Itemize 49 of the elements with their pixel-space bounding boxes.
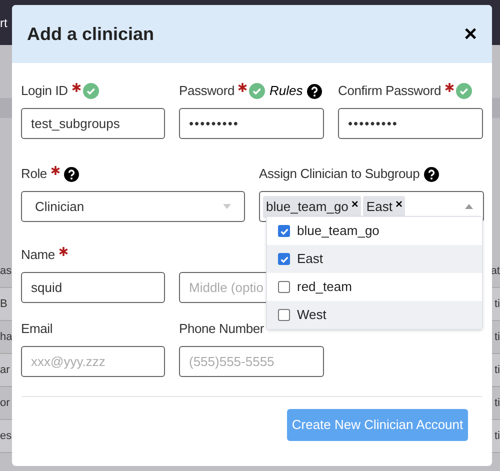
caret-icon bbox=[223, 204, 231, 209]
help-icon[interactable] bbox=[424, 166, 439, 182]
table-cell-text: ti bbox=[494, 296, 500, 312]
subgroup-option[interactable]: red_team bbox=[267, 273, 482, 301]
dialog-title: Add a clinician bbox=[27, 22, 154, 46]
chip-remove-button[interactable]: × bbox=[395, 198, 402, 210]
text-field[interactable]: (555)555-5555 bbox=[179, 346, 324, 377]
chip-label: East bbox=[366, 198, 392, 216]
table-cell-text: ti bbox=[494, 330, 500, 345]
field-label: Login ID bbox=[21, 82, 68, 100]
role-select[interactable]: Clinician bbox=[21, 191, 245, 222]
chip-remove-button[interactable]: × bbox=[351, 198, 358, 210]
table-cell-text: es bbox=[0, 428, 12, 444]
checkbox[interactable] bbox=[278, 225, 290, 237]
field-label: Phone Number bbox=[179, 320, 264, 338]
checkbox[interactable] bbox=[278, 281, 290, 293]
chip-label: blue_team_go bbox=[266, 198, 348, 216]
nav-text[interactable]: rt bbox=[0, 14, 8, 32]
text-field[interactable]: ••••••••• bbox=[338, 108, 483, 139]
field-label: Email bbox=[21, 320, 53, 338]
help-icon[interactable] bbox=[64, 166, 79, 182]
field-label: Confirm Password bbox=[338, 82, 441, 100]
caret-icon bbox=[465, 204, 473, 209]
close-button[interactable]: × bbox=[464, 23, 477, 45]
field-label: Name bbox=[21, 246, 55, 264]
text-field[interactable]: xxx@yyy.zzz bbox=[21, 346, 165, 377]
checkbox[interactable] bbox=[278, 253, 290, 265]
text-field[interactable]: test_subgroups bbox=[21, 108, 165, 139]
field-label: Assign Clinician to Subgroup bbox=[259, 165, 420, 184]
subgroup-option[interactable]: West bbox=[267, 301, 482, 329]
table-cell-text: ti bbox=[494, 362, 500, 378]
table-cell-text: ti bbox=[494, 428, 500, 444]
text-field[interactable]: ••••••••• bbox=[179, 108, 324, 139]
field-label: Role bbox=[21, 165, 47, 184]
subgroup-option[interactable]: East bbox=[267, 245, 482, 273]
table-cell-text: as bbox=[0, 264, 12, 279]
help-icon[interactable] bbox=[306, 84, 322, 98]
table-cell-text: or bbox=[0, 396, 10, 411]
checkbox[interactable] bbox=[278, 309, 290, 321]
rules-link[interactable]: Rules bbox=[269, 81, 303, 101]
subgroup-option[interactable]: blue_team_go bbox=[267, 217, 482, 245]
table-cell-text: ti bbox=[494, 396, 500, 411]
table-cell-text: ar bbox=[0, 362, 10, 378]
field-label: Password bbox=[179, 82, 234, 100]
table-cell-text: B bbox=[0, 296, 8, 312]
text-field[interactable]: squid bbox=[21, 272, 165, 303]
table-cell-text: ha bbox=[0, 330, 12, 345]
check-icon bbox=[280, 226, 288, 236]
check-icon bbox=[280, 254, 288, 264]
